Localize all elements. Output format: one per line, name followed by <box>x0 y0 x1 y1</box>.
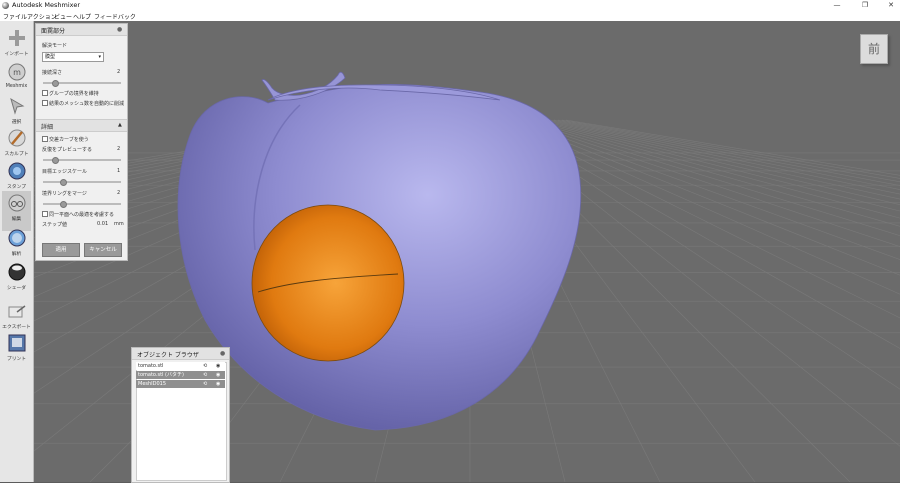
tool-label: Meshmix <box>5 84 28 89</box>
advanced-title: 詳細 <box>41 124 54 131</box>
step-label: ステップ値 <box>42 222 68 228</box>
maximize-button[interactable]: ❐ <box>858 0 872 11</box>
collapse-arrow-icon[interactable]: ▲ <box>118 122 122 128</box>
depth-value: 2 <box>117 69 121 75</box>
main-toolbar: インポート m Meshmix 選択 スカルプト スタンプ 編集 解析 シェーダ… <box>0 21 34 482</box>
cancel-button[interactable]: キャンセル <box>84 243 122 257</box>
sculpt-brush-icon <box>8 129 26 147</box>
tool-label: エクスポート <box>2 325 31 330</box>
menu-feedback[interactable]: フィードバック <box>94 12 136 21</box>
edit-icon <box>8 194 26 212</box>
meshmixer-logo-icon <box>2 2 9 9</box>
object-browser-title: オブジェクト ブラウザ <box>137 352 199 359</box>
object-browser-panel: オブジェクト ブラウザ ● tomato.stl ⟲ ◉ tomato.stl … <box>131 347 230 483</box>
pivot-icon[interactable]: ⟲ <box>203 380 207 388</box>
eye-icon[interactable]: ◉ <box>216 380 220 388</box>
panel-header: 面罠部分 ● <box>36 24 127 36</box>
menu-actions[interactable]: アクション <box>27 12 57 21</box>
stamp-icon <box>8 162 26 180</box>
mode-select-value: 膜型 <box>45 54 56 60</box>
tool-label: スカルプト <box>4 152 29 157</box>
svg-text:m: m <box>13 68 21 77</box>
tool-label: スタンプ <box>6 185 27 190</box>
step-unit: mm <box>114 221 124 227</box>
slider-handle[interactable] <box>51 157 59 164</box>
view-cube[interactable]: 前 <box>860 34 888 64</box>
chevron-down-icon: ▾ <box>98 54 101 60</box>
edge-scale-slider[interactable] <box>43 179 121 186</box>
eye-icon[interactable]: ◉ <box>216 371 220 379</box>
same-plane-label: 同一平面への最適を考慮する <box>49 212 115 218</box>
step-value[interactable]: 0.01 <box>97 221 108 227</box>
menu-view[interactable]: ビュー <box>54 12 72 21</box>
apply-button[interactable]: 適用 <box>42 243 80 257</box>
menu-file[interactable]: ファイル <box>3 12 27 21</box>
list-item[interactable]: tomato.stl (バタチ) ⟲ ◉ <box>136 371 225 379</box>
depth-label: 接続深さ <box>42 70 63 76</box>
edge-scale-label: 目標エッジスケール <box>42 169 88 175</box>
boundary-label: 境界リングをマージ <box>42 191 87 197</box>
print-icon <box>8 334 26 352</box>
slider-handle[interactable] <box>59 201 67 208</box>
meshmix-sphere-icon: m <box>8 63 26 81</box>
mode-select[interactable]: 膜型 ▾ <box>42 52 104 62</box>
edge-scale-value: 1 <box>117 168 121 174</box>
object-name: MeshID015 <box>138 381 167 387</box>
select-arrow-icon <box>10 97 25 115</box>
slider-handle[interactable] <box>51 80 59 87</box>
auto-density-label: 結果のメッシュ数を自動的に削減 <box>49 101 125 107</box>
menu-help[interactable]: ヘルプ <box>73 12 91 21</box>
tool-label: 編集 <box>11 217 22 222</box>
slider-handle[interactable] <box>59 179 67 186</box>
object-browser-close-button[interactable]: ● <box>220 350 225 357</box>
keep-group-label: グループの境界を維持 <box>49 91 99 97</box>
tool-label: インポート <box>4 52 29 57</box>
hole-fill-patch[interactable] <box>251 204 405 362</box>
advanced-section-header[interactable]: 詳細 ▲ <box>36 119 127 132</box>
tool-label: 解析 <box>11 252 22 257</box>
tool-label: プリント <box>6 357 27 362</box>
analysis-icon <box>8 229 26 247</box>
title-bar: Autodesk Meshmixer — ❐ ✕ <box>0 0 900 11</box>
mode-label: 解決モード <box>42 43 68 49</box>
erase-fill-panel: 面罠部分 ● 解決モード 膜型 ▾ 接続深さ 2 グループの境界を維持 結果のメ… <box>35 23 128 261</box>
export-icon <box>8 305 26 318</box>
object-name: tomato.stl (バタチ) <box>138 372 184 378</box>
cross-curve-label: 交差カーブを使う <box>49 137 89 143</box>
keep-group-checkbox[interactable] <box>42 90 48 96</box>
plus-icon <box>9 30 25 46</box>
tool-label: シェーダ <box>6 286 27 291</box>
object-browser-header: オブジェクト ブラウザ ● <box>132 348 229 360</box>
same-plane-checkbox[interactable] <box>42 211 48 217</box>
panel-title: 面罠部分 <box>41 28 66 35</box>
list-item[interactable]: MeshID015 ⟲ ◉ <box>136 380 225 388</box>
preview-slider[interactable] <box>43 157 121 164</box>
preview-value: 2 <box>117 146 121 152</box>
boundary-slider[interactable] <box>43 201 121 208</box>
minimize-button[interactable]: — <box>830 0 844 11</box>
preview-label: 反復をプレビューする <box>42 147 93 153</box>
tool-print[interactable]: プリント <box>2 331 31 371</box>
pivot-icon[interactable]: ⟲ <box>203 362 207 370</box>
close-button[interactable]: ✕ <box>884 0 898 11</box>
tool-shaders[interactable]: シェーダ <box>2 260 31 300</box>
cross-curve-checkbox[interactable] <box>42 136 48 142</box>
eye-icon[interactable]: ◉ <box>216 362 220 370</box>
list-item[interactable]: tomato.stl ⟲ ◉ <box>136 362 225 370</box>
window-title: Autodesk Meshmixer <box>12 1 81 9</box>
object-name: tomato.stl <box>138 363 164 369</box>
auto-density-checkbox[interactable] <box>42 100 48 106</box>
depth-slider[interactable] <box>43 80 121 87</box>
boundary-value: 2 <box>117 190 121 196</box>
shader-sphere-icon <box>8 263 26 281</box>
tool-label: 選択 <box>11 120 22 125</box>
tool-edit[interactable]: 編集 <box>2 191 31 231</box>
pivot-icon[interactable]: ⟲ <box>203 371 207 379</box>
panel-close-button[interactable]: ● <box>117 26 122 33</box>
